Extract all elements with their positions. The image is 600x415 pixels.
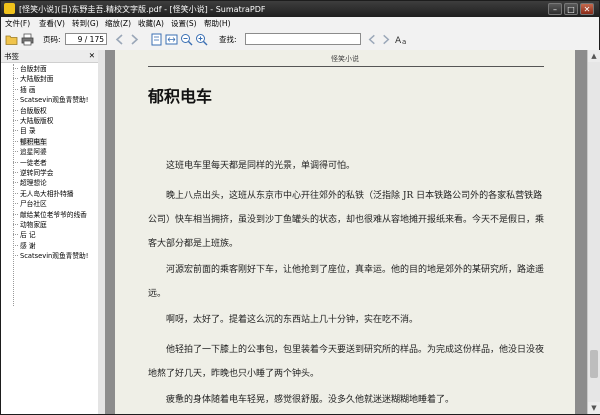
menu-settings[interactable]: 设置(S) <box>171 18 197 29</box>
bookmark-label: Scatsevin观鱼青赞助! <box>20 252 89 261</box>
close-sidebar-icon[interactable]: ✕ <box>89 51 95 60</box>
page-number-input[interactable]: 9 / 175 <box>65 33 107 45</box>
bookmark-item[interactable]: 逆转同学会 <box>13 167 53 177</box>
bookmark-label: 追星阿婆 <box>20 148 47 157</box>
find-label: 查找: <box>219 35 237 44</box>
bookmarks-sidebar: 书签 ✕ 台版封面 大陆版封面插 画 Scatsevin观鱼青赞助! 台版版权 大陆版版… <box>1 50 99 414</box>
bookmark-item[interactable]: 插 画 <box>13 84 36 94</box>
zoom-out-icon[interactable] <box>180 33 193 46</box>
bookmark-label: 台版版权 <box>20 106 47 115</box>
paragraph: 他轻拍了一下膝上的公事包，包里装着今天要送到研究所的样品。为完成这份样品，他没日… <box>148 345 545 379</box>
page-label: 页码: <box>43 35 61 44</box>
paragraph: 疲惫的身体随着电车轻晃，感觉很舒服。没多久他就迷迷糊糊地睡着了。 <box>166 395 455 405</box>
window-title: [怪笑小说](日)东野圭吾.精校文字版.pdf - [怪笑小说] - Sumat… <box>19 5 266 14</box>
fit-page-icon[interactable] <box>150 33 163 46</box>
scroll-up-icon[interactable]: ▲ <box>588 50 600 62</box>
bookmark-item[interactable]: 后 记 <box>13 229 36 239</box>
maximize-button[interactable]: □ <box>564 3 578 15</box>
bookmark-item[interactable]: 尸台社区 <box>13 198 47 208</box>
bookmark-label: 后 记 <box>20 231 36 240</box>
print-icon[interactable] <box>21 33 34 46</box>
bookmark-label: 大陆版版权 <box>20 117 54 125</box>
header-rule <box>148 66 544 67</box>
title-bar: [怪笑小说](日)东野圭吾.精校文字版.pdf - [怪笑小说] - Sumat… <box>1 1 599 17</box>
bookmark-label: 台版封面 <box>20 65 47 73</box>
minimize-button[interactable]: – <box>548 3 562 15</box>
menu-zoom[interactable]: 缩放(Z) <box>105 18 131 29</box>
bookmark-item[interactable]: 感 谢 <box>13 240 36 250</box>
bookmark-item[interactable]: Scatsevin观鱼青赞助! <box>13 94 88 104</box>
bookmark-label: 尸台社区 <box>20 200 47 209</box>
paragraph: 河源宏前面的乘客刚好下车，让他抢到了座位，真幸运。他的目的地是郊外的某研究所，路… <box>148 265 545 299</box>
match-case-icon[interactable]: A a <box>395 33 409 46</box>
chapter-title: 郁积电车 <box>148 87 213 106</box>
bookmark-item[interactable]: 郁积电车 <box>13 136 47 146</box>
bookmark-label: 郁积电车 <box>20 137 47 146</box>
bookmark-item[interactable]: Scatsevin观鱼青赞助! <box>13 250 88 260</box>
document-view[interactable]: 怪笑小说 郁积电车 这班电车里每天都是同样的光景，单调得可怕。 晚上八点出头，这… <box>105 50 587 414</box>
bookmarks-header: 书签 ✕ <box>1 50 98 63</box>
bookmark-label: 逆转同学会 <box>20 169 54 177</box>
bookmark-item[interactable]: 台版封面 <box>13 63 47 73</box>
document-page: 怪笑小说 郁积电车 这班电车里每天都是同样的光景，单调得可怕。 晚上八点出头，这… <box>115 50 575 414</box>
menu-help[interactable]: 帮助(H) <box>204 18 231 29</box>
bookmark-label: 超理想论 <box>20 179 47 188</box>
find-next-icon[interactable] <box>380 33 392 46</box>
bookmark-item[interactable]: 动物家庭 <box>13 219 47 229</box>
paragraph: 晚上八点出头，这班从东京市中心开往郊外的私铁（泛指除 JR 日本铁路公司外的各家… <box>148 191 545 249</box>
close-button[interactable]: ✕ <box>580 3 594 15</box>
fit-width-icon[interactable] <box>165 33 178 46</box>
svg-text:a: a <box>402 38 406 46</box>
sumatra-window: [怪笑小说](日)东野圭吾.精校文字版.pdf - [怪笑小说] - Sumat… <box>0 0 600 415</box>
app-icon <box>4 3 15 14</box>
paragraph: 啊呀，太好了。提着这么沉的东西站上几十分钟，实在吃不消。 <box>166 315 419 325</box>
bookmark-label: 插 画 <box>20 85 36 94</box>
bookmark-label: 献给某位老爷爷的线香 <box>20 210 87 219</box>
bookmark-item[interactable]: 追星阿婆 <box>13 146 47 156</box>
bookmark-item[interactable]: 目 录 <box>13 125 36 135</box>
bookmark-label: 目 录 <box>20 127 36 136</box>
next-page-icon[interactable] <box>128 33 141 46</box>
sidebar-splitter[interactable] <box>98 50 105 414</box>
bookmark-label: 无人岛大相扑特播 <box>20 189 74 198</box>
vertical-scrollbar[interactable]: ▲ ▼ <box>587 50 600 414</box>
bookmark-item[interactable]: 大陆版版权 <box>13 115 53 125</box>
bookmark-label: 一徒老者 <box>20 158 47 167</box>
bookmark-label: 感 谢 <box>20 241 36 250</box>
bookmarks-title: 书签 <box>4 52 19 61</box>
find-previous-icon[interactable] <box>366 33 378 46</box>
paragraph: 这班电车里每天都是同样的光景，单调得可怕。 <box>166 161 356 171</box>
bookmark-item[interactable]: 台版版权 <box>13 105 47 115</box>
bookmark-item[interactable]: 一徒老者 <box>13 157 47 167</box>
scroll-down-icon[interactable]: ▼ <box>588 402 600 414</box>
bookmark-item[interactable]: 献给某位老爷爷的线香 <box>13 209 87 219</box>
bookmark-label: 大陆版封面 <box>20 75 54 84</box>
menu-file[interactable]: 文件(F) <box>5 18 30 29</box>
menu-view[interactable]: 查看(V) <box>39 18 65 29</box>
previous-page-icon[interactable] <box>113 33 126 46</box>
menu-favorites[interactable]: 收藏(A) <box>138 18 164 29</box>
menu-bar: 文件(F) 查看(V) 转到(G) 缩放(Z) 收藏(A) 设置(S) 帮助(H… <box>1 17 599 30</box>
scrollbar-thumb[interactable] <box>590 350 598 378</box>
bookmark-label: 动物家庭 <box>20 221 47 229</box>
bookmark-item[interactable]: 大陆版封面 <box>13 73 53 83</box>
menu-goto[interactable]: 转到(G) <box>72 18 99 29</box>
zoom-in-icon[interactable] <box>195 33 208 46</box>
open-folder-icon[interactable] <box>5 33 18 46</box>
bookmark-label: Scatsevin观鱼青赞助! <box>20 96 89 105</box>
bookmark-item[interactable]: 无人岛大相扑特播 <box>13 188 74 198</box>
find-input[interactable] <box>245 33 361 45</box>
svg-text:A: A <box>395 36 402 46</box>
toolbar: 页码: 9 / 175 查找: A a <box>1 30 599 51</box>
running-head: 怪笑小说 <box>331 55 359 63</box>
bookmark-item[interactable]: 超理想论 <box>13 177 47 187</box>
